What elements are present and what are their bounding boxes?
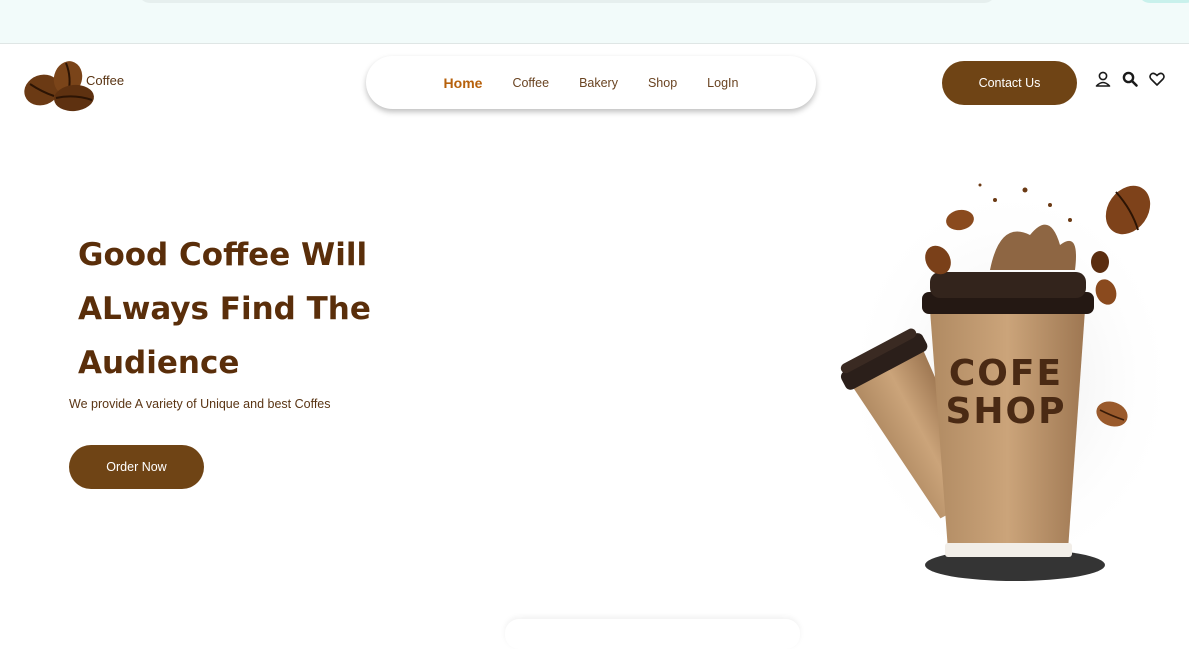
order-now-button[interactable]: Order Now xyxy=(69,445,204,489)
top-strip xyxy=(0,0,1189,44)
hero-title-line: Good Coffee Will xyxy=(78,237,368,273)
cup-text-line: SHOP xyxy=(945,391,1066,432)
hero-title-line: ALways Find The xyxy=(78,291,371,327)
bottom-card xyxy=(505,619,800,649)
hero-title-line: Audience xyxy=(78,345,240,381)
cup-text-line: COFE xyxy=(949,353,1063,394)
nav-item-home[interactable]: Home xyxy=(429,75,498,91)
top-search-bar xyxy=(138,0,996,3)
coffee-cup-image: COFE SHOP xyxy=(840,180,1180,581)
user-icon[interactable] xyxy=(1094,70,1112,88)
heart-icon[interactable] xyxy=(1148,70,1166,88)
search-icon[interactable] xyxy=(1121,70,1139,88)
nav-item-bakery[interactable]: Bakery xyxy=(564,76,633,90)
main-nav: Home Coffee Bakery Shop LogIn xyxy=(366,56,816,109)
nav-item-coffee[interactable]: Coffee xyxy=(497,76,564,90)
nav-item-shop[interactable]: Shop xyxy=(633,76,692,90)
top-strip-accent xyxy=(1138,0,1189,3)
hero-subtitle: We provide A variety of Unique and best … xyxy=(69,397,331,411)
brand-name[interactable]: Coffee xyxy=(86,73,124,88)
contact-us-button[interactable]: Contact Us xyxy=(942,61,1077,105)
hero-title: Good Coffee Will ALways Find The Audienc… xyxy=(78,228,478,390)
nav-item-login[interactable]: LogIn xyxy=(692,76,753,90)
